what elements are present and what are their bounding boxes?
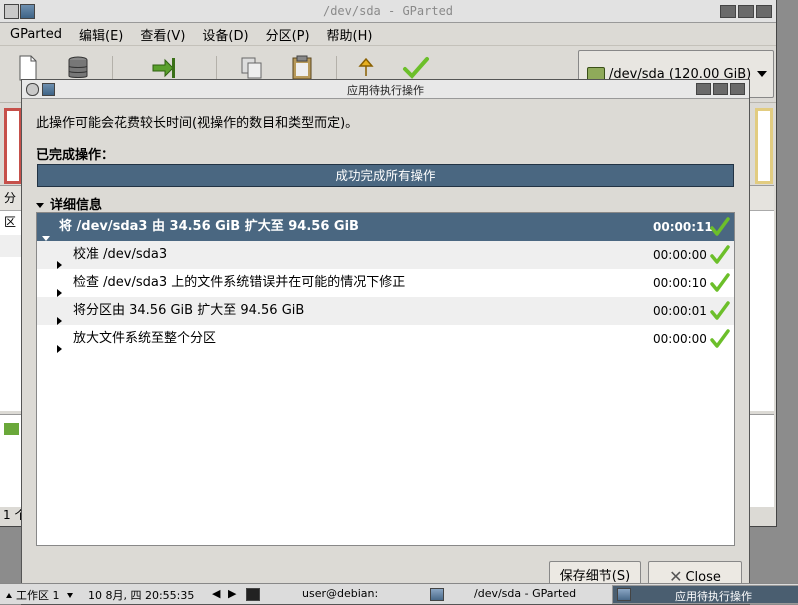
- task-gparted[interactable]: /dev/sda - GParted: [474, 587, 576, 600]
- task-dialog-active[interactable]: 应用待执行操作: [612, 585, 798, 604]
- minimize-icon[interactable]: [720, 5, 736, 18]
- partition-list-right[interactable]: [748, 185, 774, 411]
- partition-graphic-left[interactable]: [4, 108, 22, 184]
- menu-gparted[interactable]: GParted: [0, 27, 69, 42]
- expander-right-icon[interactable]: [57, 316, 62, 325]
- undo-icon[interactable]: [352, 54, 380, 82]
- task-prev-icon[interactable]: ◀: [212, 587, 220, 600]
- menu-help[interactable]: 帮助(H): [317, 25, 380, 44]
- menu-view[interactable]: 查看(V): [130, 25, 192, 44]
- details-expander[interactable]: 详细信息: [36, 194, 102, 213]
- dialog-description: 此操作可能会花费较长时间(视操作的数目和类型而定)。: [36, 116, 359, 131]
- resize-move-icon[interactable]: [150, 54, 178, 82]
- success-check-icon: [710, 273, 730, 292]
- success-check-icon: [710, 217, 730, 236]
- delete-partition-icon[interactable]: [64, 54, 92, 82]
- expander-right-icon[interactable]: [57, 344, 62, 353]
- expander-right-icon[interactable]: [57, 288, 62, 297]
- menubar: GParted 编辑(E) 查看(V) 设备(D) 分区(P) 帮助(H): [0, 23, 776, 46]
- new-partition-icon[interactable]: [14, 54, 42, 82]
- apply-operations-dialog: 应用待执行操作 此操作可能会花费较长时间(视操作的数目和类型而定)。 已完成操作…: [21, 79, 750, 605]
- dialog-task-icon: [617, 588, 631, 601]
- partition-graphic-right[interactable]: [755, 108, 773, 184]
- progress-bar: 成功完成所有操作: [37, 164, 734, 187]
- task-dialog-label: 应用待执行操作: [675, 590, 752, 603]
- dialog-titlebar[interactable]: 应用待执行操作: [22, 80, 749, 99]
- operation-time: 00:00:10: [653, 276, 707, 290]
- success-check-icon: [710, 329, 730, 348]
- tree-row[interactable]: 将分区由 34.56 GiB 扩大至 94.56 GiB 00:00:01: [37, 297, 734, 325]
- terminal-icon: [246, 588, 260, 601]
- tree-row[interactable]: 将 /dev/sda3 由 34.56 GiB 扩大至 94.56 GiB 00…: [37, 213, 734, 241]
- progress-text: 成功完成所有操作: [335, 168, 436, 183]
- taskbar: 工作区 1 10 8月, 四 20:55:35 ◀ ▶ user@debian:…: [0, 583, 798, 604]
- chevron-down-icon: [757, 71, 767, 77]
- maximize-icon[interactable]: [738, 5, 754, 18]
- operation-time: 00:00:00: [653, 248, 707, 262]
- menu-device[interactable]: 设备(D): [192, 25, 255, 44]
- details-label: 详细信息: [50, 198, 103, 213]
- copy-icon[interactable]: [238, 54, 266, 82]
- dialog-title: 应用待执行操作: [347, 84, 424, 97]
- tree-row[interactable]: 校准 /dev/sda3 00:00:00: [37, 241, 734, 269]
- operation-time: 00:00:00: [653, 332, 707, 346]
- menu-edit[interactable]: 编辑(E): [69, 25, 130, 44]
- apply-icon[interactable]: [402, 54, 430, 82]
- close-window-icon[interactable]: [730, 83, 745, 95]
- expander-right-icon[interactable]: [57, 260, 62, 269]
- workspace-up-icon: [6, 593, 12, 598]
- menu-partition[interactable]: 分区(P): [256, 25, 317, 44]
- paste-icon[interactable]: [288, 54, 316, 82]
- pending-operations-right: [748, 414, 774, 507]
- gparted-task-icon: [430, 588, 444, 601]
- tree-row[interactable]: 检查 /dev/sda3 上的文件系统错误并在可能的情况下修正 00:00:10: [37, 269, 734, 297]
- resize-op-icon: [4, 423, 19, 435]
- expander-down-icon: [36, 203, 44, 208]
- operations-tree[interactable]: 将 /dev/sda3 由 34.56 GiB 扩大至 94.56 GiB 00…: [36, 212, 735, 546]
- completed-label: 已完成操作：: [36, 148, 115, 163]
- workspace-down-icon: [67, 593, 73, 598]
- workspace-label: 工作区 1: [16, 589, 60, 602]
- operation-text: 检查 /dev/sda3 上的文件系统错误并在可能的情况下修正: [73, 275, 406, 290]
- operation-time: 00:00:01: [653, 304, 707, 318]
- task-next-icon[interactable]: ▶: [228, 587, 236, 600]
- success-check-icon: [710, 301, 730, 320]
- close-window-icon[interactable]: [756, 5, 772, 18]
- workspace-switcher[interactable]: 工作区 1: [6, 587, 73, 603]
- success-check-icon: [710, 245, 730, 264]
- tree-row[interactable]: 放大文件系统至整个分区 00:00:00: [37, 325, 734, 353]
- main-window-title: /dev/sda - GParted: [322, 4, 454, 18]
- minimize-icon[interactable]: [696, 83, 711, 95]
- main-titlebar[interactable]: /dev/sda - GParted: [0, 0, 776, 23]
- operation-text: 将分区由 34.56 GiB 扩大至 94.56 GiB: [73, 303, 305, 318]
- operation-text: 将 /dev/sda3 由 34.56 GiB 扩大至 94.56 GiB: [59, 219, 359, 234]
- operation-text: 放大文件系统至整个分区: [73, 331, 217, 346]
- clock: 10 8月, 四 20:55:35: [88, 589, 195, 602]
- operation-text: 校准 /dev/sda3: [73, 247, 168, 262]
- operation-time: 00:00:11: [653, 220, 713, 234]
- task-terminal[interactable]: user@debian:: [302, 587, 378, 600]
- maximize-icon[interactable]: [713, 83, 728, 95]
